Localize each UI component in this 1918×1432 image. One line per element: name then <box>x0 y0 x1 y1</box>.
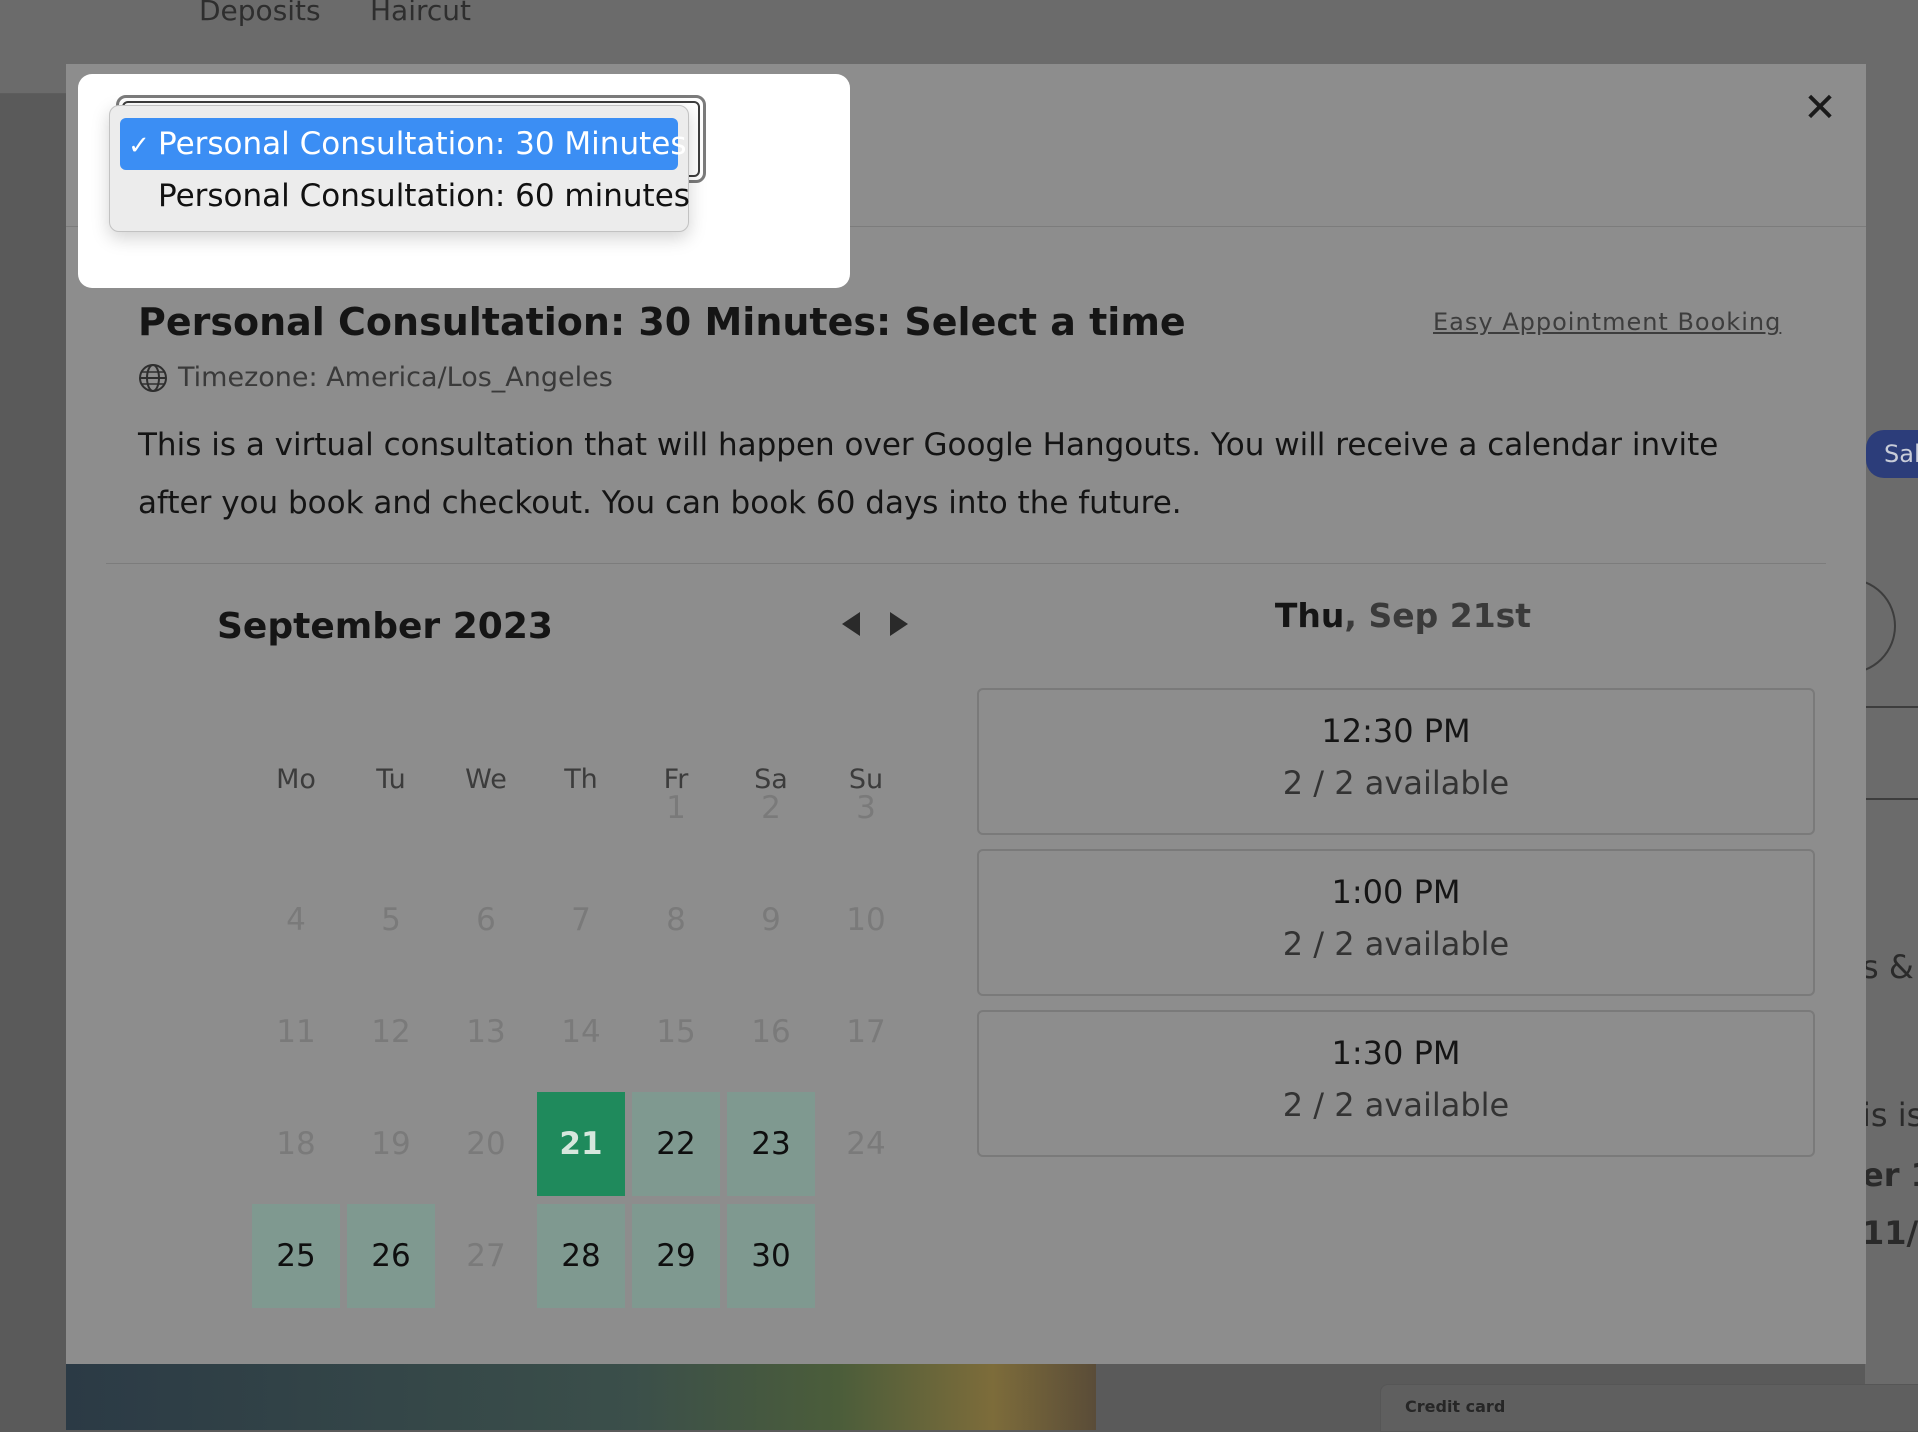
checkmark-icon: ✓ <box>128 131 150 161</box>
calendar-day: 11 <box>276 1014 316 1050</box>
calendar-day-available[interactable]: 29 <box>632 1204 720 1308</box>
calendar-day-available[interactable]: 25 <box>252 1204 340 1308</box>
service-dropdown-menu: ✓ Personal Consultation: 30 Minutes Perso… <box>109 105 690 232</box>
dropdown-option-label: Personal Consultation: 60 minutes <box>158 178 690 214</box>
time-slot-time: 12:30 PM <box>1321 712 1471 750</box>
close-icon[interactable]: ✕ <box>1800 88 1840 128</box>
calendar-day: 16 <box>751 1014 791 1050</box>
selected-date-heading: Thu, Sep 21st <box>983 596 1823 635</box>
time-slot-availability: 2 / 2 available <box>1282 925 1510 963</box>
calendar-day: 8 <box>666 902 686 938</box>
background-text-fragment: s & <box>1862 948 1914 986</box>
globe-icon <box>139 363 167 392</box>
credit-card-panel: Credit card <box>1380 1384 1918 1432</box>
timezone-row: Timezone: America/Los_Angeles <box>138 362 613 393</box>
calendar-day: 17 <box>846 1014 886 1050</box>
next-month-arrow-icon[interactable] <box>880 606 916 642</box>
time-slot-availability: 2 / 2 available <box>1282 1086 1510 1124</box>
calendar-day: 1 <box>666 790 686 826</box>
calendar-day: 19 <box>371 1126 411 1162</box>
background-text-fragment: er 1 <box>1862 1156 1918 1194</box>
calendar-day: 18 <box>276 1126 316 1162</box>
nav-link-deposits[interactable]: Deposits <box>199 0 321 27</box>
calendar-day: 5 <box>381 902 401 938</box>
weekday-label: We <box>465 764 507 795</box>
calendar-day: 4 <box>286 902 306 938</box>
dropdown-option-60-minutes[interactable]: Personal Consultation: 60 minutes <box>120 170 690 222</box>
time-slot-button[interactable]: 12:30 PM 2 / 2 available <box>977 688 1815 835</box>
calendar-day: 7 <box>571 902 591 938</box>
calendar-day: 24 <box>846 1126 886 1162</box>
background-text-fragment: 11/3 <box>1862 1214 1918 1252</box>
service-description: This is a virtual consultation that will… <box>138 427 1719 521</box>
description-divider <box>106 563 1826 564</box>
previous-month-arrow-icon[interactable] <box>834 606 870 642</box>
date-separator: , <box>1344 596 1357 635</box>
calendar-day-selected[interactable]: 21 <box>537 1092 625 1196</box>
selected-day-name: Thu <box>1274 596 1345 635</box>
calendar-month-label: September 2023 <box>217 606 553 647</box>
dropdown-option-label: Personal Consultation: 30 Minutes <box>158 126 687 162</box>
easy-appointment-booking-link[interactable]: Easy Appointment Booking <box>1433 308 1781 336</box>
weekday-label: Tu <box>376 764 406 795</box>
calendar-day: 15 <box>656 1014 696 1050</box>
nav-link-haircut[interactable]: Haircut <box>370 0 471 27</box>
calendar-day: 3 <box>856 790 876 826</box>
calendar-day: 10 <box>846 902 886 938</box>
calendar-day: 2 <box>761 790 781 826</box>
calendar-day-available[interactable]: 30 <box>727 1204 815 1308</box>
sale-badge: Sal <box>1866 430 1918 478</box>
background-divider <box>1866 798 1918 800</box>
time-slot-time: 1:00 PM <box>1331 873 1461 911</box>
calendar-day: 9 <box>761 902 781 938</box>
calendar-day: 6 <box>476 902 496 938</box>
dropdown-option-30-minutes[interactable]: ✓ Personal Consultation: 30 Minutes <box>120 118 686 170</box>
time-slot-button[interactable]: 1:00 PM 2 / 2 available <box>977 849 1815 996</box>
calendar-day: 20 <box>466 1126 506 1162</box>
credit-card-label: Credit card <box>1405 1397 1506 1416</box>
time-slot-time: 1:30 PM <box>1331 1034 1461 1072</box>
time-slot-button[interactable]: 1:30 PM 2 / 2 available <box>977 1010 1815 1157</box>
calendar-day: 12 <box>371 1014 411 1050</box>
calendar-day: 14 <box>561 1014 601 1050</box>
background-text-fragment: is is <box>1862 1096 1918 1134</box>
weekday-label: Mo <box>276 764 316 795</box>
modal-title: Personal Consultation: 30 Minutes: Selec… <box>138 300 1186 344</box>
timezone-label: Timezone: America/Los_Angeles <box>178 362 613 393</box>
calendar-day-available[interactable]: 26 <box>347 1204 435 1308</box>
calendar-day-available[interactable]: 22 <box>632 1092 720 1196</box>
background-divider <box>1866 706 1918 708</box>
weekday-label: Th <box>564 764 598 795</box>
calendar-day: 27 <box>466 1238 506 1274</box>
calendar-day-available[interactable]: 23 <box>727 1092 815 1196</box>
background-photo <box>66 1362 1096 1430</box>
calendar-day: 13 <box>466 1014 506 1050</box>
time-slot-availability: 2 / 2 available <box>1282 764 1510 802</box>
selected-date-label: Sep 21st <box>1368 596 1532 635</box>
calendar-day-available[interactable]: 28 <box>537 1204 625 1308</box>
